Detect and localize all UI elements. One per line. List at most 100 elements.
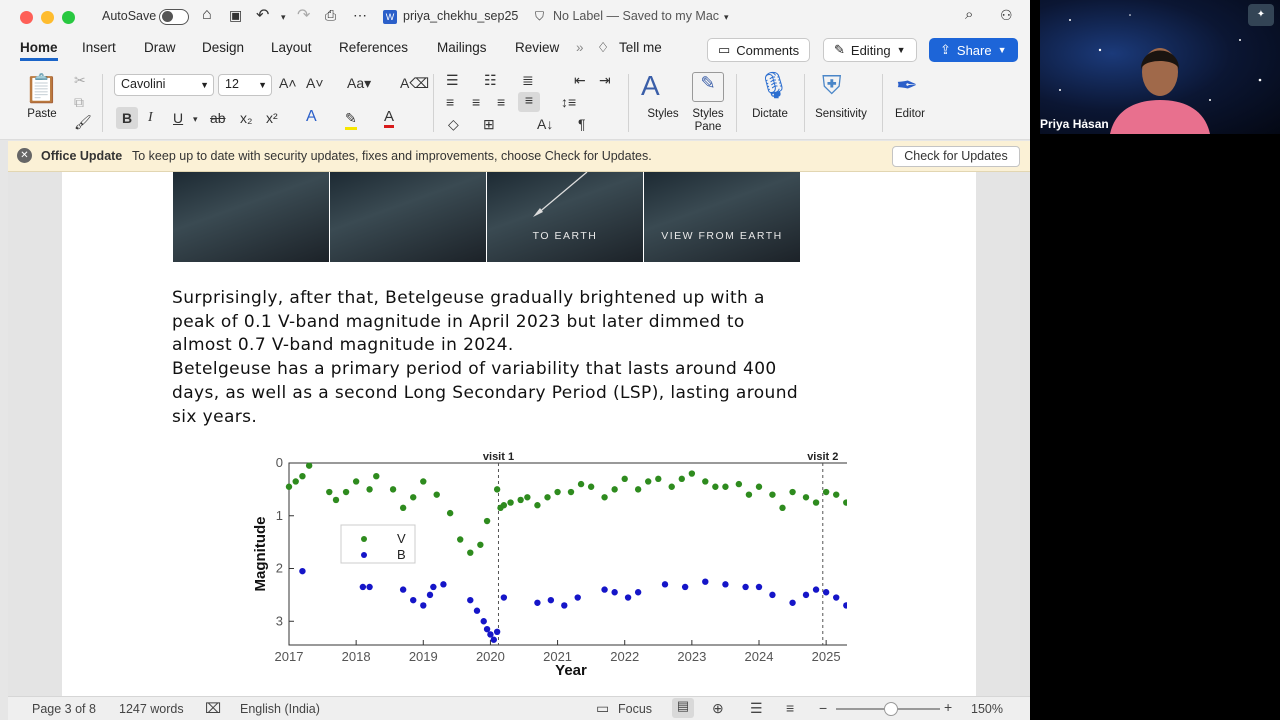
focus-label[interactable]: Focus — [618, 702, 652, 716]
word-count[interactable]: 1247 words — [119, 702, 184, 716]
account-icon[interactable]: ⚇ — [1000, 7, 1013, 24]
home-icon[interactable]: ⌂ — [202, 6, 212, 24]
paste-label[interactable]: Paste — [22, 108, 62, 120]
label-status[interactable]: No Label — Saved to my Mac — [553, 9, 719, 23]
multilevel-list-icon[interactable]: ≣ — [522, 72, 534, 89]
proofing-icon[interactable]: ⌧ — [205, 700, 221, 717]
align-left-icon[interactable]: ≡ — [446, 94, 454, 110]
close-window-button[interactable] — [20, 10, 33, 24]
editing-button[interactable]: ✎ Editing ▼ — [823, 38, 917, 62]
sensitivity-label[interactable]: Sensitivity — [810, 108, 872, 120]
superscript-icon[interactable]: x² — [266, 110, 278, 126]
styles-pane-icon[interactable]: ✎ — [692, 72, 724, 102]
save-icon[interactable]: ▣ — [229, 7, 242, 24]
highlight-icon[interactable]: ✎ — [345, 110, 357, 130]
more-commands-icon[interactable]: ⋯ — [353, 7, 367, 24]
more-tabs-icon[interactable]: » — [576, 40, 584, 55]
y-tick-label: 0 — [276, 455, 283, 470]
styles-label[interactable]: Styles — [640, 108, 686, 120]
comments-button[interactable]: ▭ Comments — [707, 38, 811, 62]
bold-icon[interactable]: B — [116, 107, 138, 129]
format-painter-icon[interactable]: 🖌 — [74, 114, 92, 131]
draft-view-icon[interactable]: ≡ — [786, 700, 794, 716]
print-layout-icon[interactable]: ▤ — [672, 698, 694, 718]
tab-mailings[interactable]: Mailings — [437, 40, 487, 55]
tab-insert[interactable]: Insert — [82, 40, 116, 55]
page-count[interactable]: Page 3 of 8 — [32, 702, 96, 716]
text-effects-icon[interactable]: A — [306, 108, 317, 126]
data-point-b — [480, 618, 487, 625]
editor-icon[interactable]: ✒ — [896, 70, 918, 101]
zoom-in-icon[interactable]: + — [944, 699, 952, 715]
shrink-font-icon[interactable]: A˅ — [306, 75, 324, 91]
tell-me-field[interactable]: Tell me — [619, 40, 662, 55]
borders-icon[interactable]: ⊞ — [483, 116, 495, 133]
paragraph-line: days, as well as a second Long Secondary… — [172, 382, 799, 403]
sort-icon[interactable]: A↓ — [537, 116, 553, 132]
styles-icon[interactable]: A — [641, 70, 660, 102]
editor-label[interactable]: Editor — [888, 108, 932, 120]
subscript-icon[interactable]: x₂ — [240, 110, 252, 126]
tab-design[interactable]: Design — [202, 40, 244, 55]
grow-font-icon[interactable]: A˄ — [279, 75, 297, 91]
body-paragraph[interactable]: Surprisingly, after that, Betelgeuse gra… — [172, 287, 866, 429]
italic-icon[interactable]: I — [148, 110, 153, 126]
zoom-out-icon[interactable]: − — [819, 700, 827, 716]
tab-draw[interactable]: Draw — [144, 40, 176, 55]
show-formatting-icon[interactable]: ¶ — [578, 116, 586, 132]
maximize-window-button[interactable] — [62, 10, 75, 24]
close-icon[interactable]: ✕ — [17, 148, 32, 163]
tab-home[interactable]: Home — [20, 40, 58, 61]
redo-icon[interactable]: ↷ — [297, 5, 310, 25]
autosave-toggle[interactable] — [159, 9, 189, 25]
web-layout-icon[interactable]: ⊕ — [712, 700, 724, 717]
font-size-select[interactable]: 12 ▼ — [218, 74, 272, 96]
line-spacing-icon[interactable]: ↕≡ — [561, 94, 576, 110]
language[interactable]: English (India) — [240, 702, 320, 716]
change-case-icon[interactable]: Aa▾ — [347, 75, 371, 92]
styles-pane-label-2[interactable]: Pane — [688, 121, 728, 133]
document-page: TO EARTH VIEW FROM EARTH Surprisingly, a… — [62, 172, 976, 696]
font-color-icon[interactable]: A — [384, 108, 395, 128]
microphone-icon[interactable]: 🎙 — [757, 70, 790, 101]
styles-pane-label-1[interactable]: Styles — [688, 108, 728, 120]
dictate-label[interactable]: Dictate — [746, 108, 794, 120]
shading-icon[interactable]: ◇ — [448, 116, 459, 133]
paste-icon[interactable]: 📋 — [24, 72, 59, 106]
underline-icon[interactable]: U — [173, 110, 183, 126]
data-point-v — [305, 462, 313, 469]
align-center-icon[interactable]: ≡ — [472, 94, 480, 110]
zoom-slider-thumb[interactable] — [884, 702, 898, 716]
increase-indent-icon[interactable]: ⇥ — [599, 72, 611, 89]
clear-formatting-icon[interactable]: A⌫ — [400, 75, 429, 92]
chevron-down-icon[interactable]: ▾ — [724, 12, 729, 23]
focus-icon[interactable]: ▭ — [596, 700, 609, 717]
justify-icon[interactable]: ≡ — [518, 92, 540, 112]
cut-icon[interactable]: ✂ — [74, 72, 86, 89]
undo-icon[interactable]: ↶ — [256, 5, 269, 25]
copy-icon[interactable]: ⧉ — [74, 94, 84, 111]
share-button[interactable]: ⇪ Share ▼ — [929, 38, 1018, 62]
tab-review[interactable]: Review — [515, 40, 559, 55]
tab-references[interactable]: References — [339, 40, 408, 55]
data-point-v — [554, 488, 561, 496]
strikethrough-icon[interactable]: ab — [210, 110, 226, 126]
numbering-icon[interactable]: ☷ — [484, 72, 497, 89]
x-tick-label: 2022 — [610, 649, 639, 664]
zoom-level[interactable]: 150% — [971, 702, 1003, 716]
font-name-select[interactable]: Cavolini ▼ — [114, 74, 214, 96]
check-for-updates-button[interactable]: Check for Updates — [892, 146, 1020, 167]
illustration-caption: TO EARTH — [532, 230, 598, 242]
chevron-down-icon[interactable]: ▾ — [193, 114, 198, 125]
align-right-icon[interactable]: ≡ — [497, 94, 505, 110]
search-icon[interactable]: ⌕ — [965, 6, 973, 23]
outline-view-icon[interactable]: ☰ — [750, 700, 763, 717]
print-icon[interactable]: ⎙ — [325, 7, 336, 24]
undo-dropdown-icon[interactable]: ▾ — [281, 12, 286, 23]
decrease-indent-icon[interactable]: ⇤ — [574, 72, 586, 89]
data-point-b — [487, 631, 494, 638]
minimize-window-button[interactable] — [41, 10, 54, 24]
tab-layout[interactable]: Layout — [271, 40, 312, 55]
bullets-icon[interactable]: ☰ — [446, 72, 459, 89]
sensitivity-icon[interactable]: ⛨ — [822, 70, 842, 102]
